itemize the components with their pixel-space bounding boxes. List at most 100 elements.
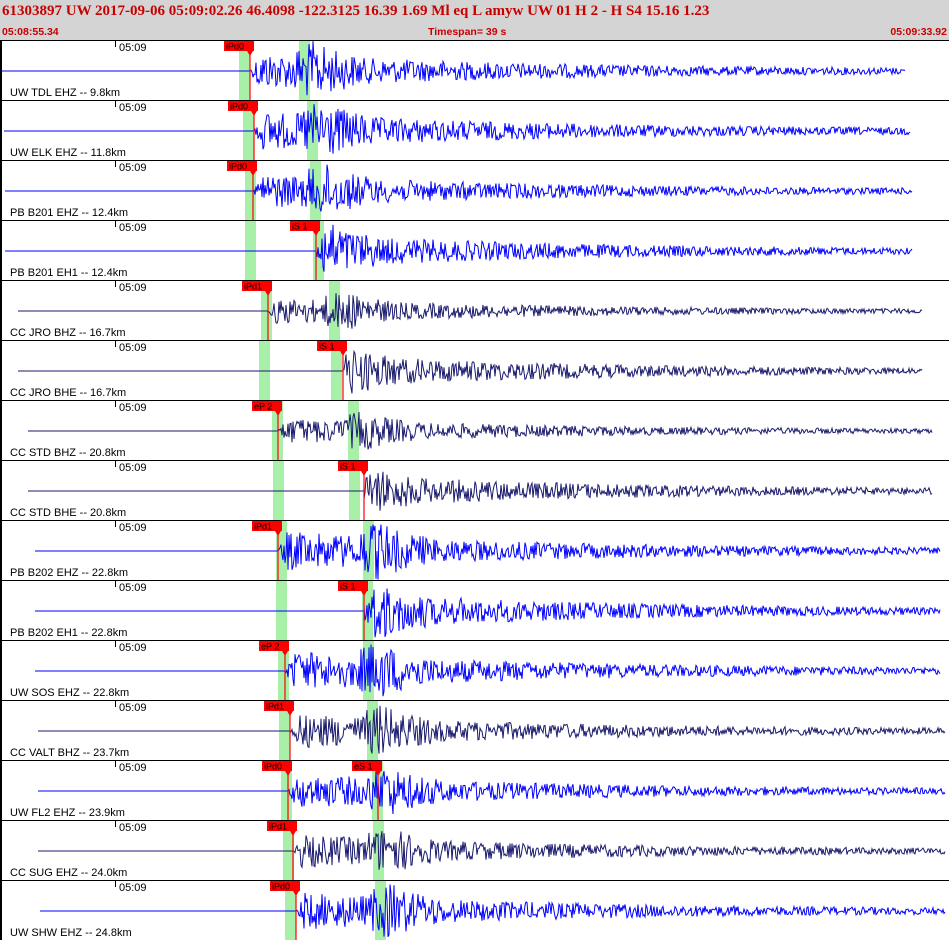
phase-pick-label: eS 1 bbox=[354, 762, 373, 772]
minute-tick-label: 05:09 bbox=[119, 402, 147, 414]
event-header: 61303897 UW 2017-09-06 05:09:02.26 46.40… bbox=[0, 0, 949, 41]
event-summary-title: 61303897 UW 2017-09-06 05:09:02.26 46.40… bbox=[2, 3, 710, 19]
minute-tick-label: 05:09 bbox=[119, 642, 147, 654]
seismogram-trace-panel[interactable]: iS 1 05:09 CC STD BHE -- 20.8km bbox=[0, 460, 949, 520]
minute-tick-label: 05:09 bbox=[119, 102, 147, 114]
phase-pick-label: iPd1 bbox=[269, 822, 287, 832]
channel-label: CC JRO BHE -- 16.7km bbox=[10, 387, 127, 399]
minute-tick-label: 05:09 bbox=[119, 222, 147, 234]
seismogram-trace-panel[interactable]: iPd0 eS 1 05:09 UW FL2 EHZ -- 23.9km bbox=[0, 760, 949, 820]
panel-left-edge bbox=[0, 281, 2, 340]
waveform-trace bbox=[38, 705, 946, 754]
phase-pick-label: iS 1 bbox=[292, 222, 308, 232]
channel-label: UW FL2 EHZ -- 23.9km bbox=[10, 807, 125, 819]
phase-pick-label: iPd1 bbox=[266, 702, 284, 712]
seismogram-trace-panel[interactable]: iS 1 05:09 PB B202 EH1 -- 22.8km bbox=[0, 580, 949, 640]
panel-left-edge bbox=[0, 401, 2, 460]
phase-pick-label: eP 2 bbox=[261, 642, 279, 652]
phase-pick-label: iS 1 bbox=[319, 342, 335, 352]
waveform-trace bbox=[38, 769, 946, 815]
minute-tick-label: 05:09 bbox=[119, 882, 147, 894]
channel-label: CC SUG EHZ -- 24.0km bbox=[10, 867, 128, 879]
phase-pick-label: iS 1 bbox=[340, 582, 356, 592]
minute-tick-label: 05:09 bbox=[119, 702, 147, 714]
phase-pick-label: iPd0 bbox=[264, 762, 282, 772]
minute-tick-label: 05:09 bbox=[119, 582, 147, 594]
panel-left-edge bbox=[0, 101, 2, 160]
minute-tick-label: 05:09 bbox=[119, 42, 147, 54]
minute-tick bbox=[115, 221, 116, 227]
channel-label: UW ELK EHZ -- 11.8km bbox=[10, 147, 126, 159]
phase-pick-label: iPd0 bbox=[229, 162, 247, 172]
waveform-trace bbox=[28, 411, 933, 450]
channel-label: CC STD BHZ -- 20.8km bbox=[10, 447, 126, 459]
channel-label: CC VALT BHZ -- 23.7km bbox=[10, 747, 130, 759]
minute-tick bbox=[115, 761, 116, 767]
seismogram-trace-panel[interactable]: iPd0 05:09 UW SHW EHZ -- 24.8km bbox=[0, 880, 949, 940]
minute-tick-label: 05:09 bbox=[119, 522, 147, 534]
waveform-trace bbox=[35, 524, 941, 580]
channel-label: CC JRO BHZ -- 16.7km bbox=[10, 327, 126, 339]
waveform-trace bbox=[35, 644, 941, 697]
minute-tick bbox=[115, 521, 116, 527]
window-end-time: 05:09:33.92 bbox=[890, 26, 947, 38]
channel-label: PB B201 EH1 -- 12.4km bbox=[10, 267, 128, 279]
minute-tick bbox=[115, 161, 116, 167]
minute-tick bbox=[115, 821, 116, 827]
seismogram-trace-panel[interactable]: eP 2 05:09 UW SOS EHZ -- 22.8km bbox=[0, 640, 949, 700]
phase-pick-label: iPd1 bbox=[254, 522, 272, 532]
waveform-trace bbox=[35, 588, 941, 638]
minute-tick-label: 05:09 bbox=[119, 822, 147, 834]
phase-pick-label: iPd1 bbox=[244, 282, 262, 292]
seismogram-trace-panel[interactable]: iS 1 05:09 CC JRO BHE -- 16.7km bbox=[0, 340, 949, 400]
channel-label: CC STD BHE -- 20.8km bbox=[10, 507, 127, 519]
panel-left-edge bbox=[0, 341, 2, 400]
panel-left-edge bbox=[0, 41, 2, 100]
seismogram-trace-panel[interactable]: iPd1 05:09 CC VALT BHZ -- 23.7km bbox=[0, 700, 949, 760]
panel-left-edge bbox=[0, 701, 2, 760]
seismogram-trace-panel[interactable]: iPd0 05:09 UW TDL EHZ -- 9.8km bbox=[0, 40, 949, 100]
seismogram-trace-panel[interactable]: iPd1 05:09 PB B202 EHZ -- 22.8km bbox=[0, 520, 949, 580]
minute-tick-label: 05:09 bbox=[119, 162, 147, 174]
pick-marker-icon bbox=[361, 471, 367, 476]
seismogram-trace-panel[interactable]: iPd0 05:09 UW ELK EHZ -- 11.8km bbox=[0, 100, 949, 160]
channel-label: PB B202 EH1 -- 22.8km bbox=[10, 627, 128, 639]
minute-tick bbox=[115, 581, 116, 587]
channel-label: UW TDL EHZ -- 9.8km bbox=[10, 87, 121, 99]
waveform-trace bbox=[18, 349, 923, 394]
seismogram-trace-panel[interactable]: iS 1 05:09 PB B201 EH1 -- 12.4km bbox=[0, 220, 949, 280]
waveform-trace bbox=[40, 884, 946, 938]
phase-pick-label: eP 2 bbox=[254, 402, 272, 412]
minute-tick bbox=[115, 101, 116, 107]
phase-pick-label: iS 1 bbox=[340, 462, 356, 472]
panel-left-edge bbox=[0, 161, 2, 220]
seismogram-trace-panel[interactable]: iPd1 05:09 CC JRO BHZ -- 16.7km bbox=[0, 280, 949, 340]
minute-tick bbox=[115, 461, 116, 467]
minute-tick bbox=[115, 401, 116, 407]
minute-tick bbox=[115, 341, 116, 347]
channel-label: PB B202 EHZ -- 22.8km bbox=[10, 567, 128, 579]
panel-left-edge bbox=[0, 821, 2, 880]
minute-tick-label: 05:09 bbox=[119, 762, 147, 774]
seismogram-panel-stack: iPd0 05:09 UW TDL EHZ -- 9.8km iPd0 05:09 UW … bbox=[0, 40, 949, 940]
seismogram-trace-panel[interactable]: iPd1 05:09 CC SUG EHZ -- 24.0km bbox=[0, 820, 949, 880]
panel-left-edge bbox=[0, 581, 2, 640]
phase-pick-label: iPd0 bbox=[272, 882, 290, 892]
seismogram-trace-panel[interactable]: eP 2 05:09 CC STD BHZ -- 20.8km bbox=[0, 400, 949, 460]
minute-tick bbox=[115, 281, 116, 287]
minute-tick bbox=[115, 641, 116, 647]
channel-label: UW SHW EHZ -- 24.8km bbox=[10, 927, 132, 939]
panel-left-edge bbox=[0, 761, 2, 820]
waveform-trace bbox=[38, 831, 946, 870]
minute-tick-label: 05:09 bbox=[119, 462, 147, 474]
seismogram-trace-panel[interactable]: iPd0 05:09 PB B201 EHZ -- 12.4km bbox=[0, 160, 949, 220]
minute-tick-label: 05:09 bbox=[119, 342, 147, 354]
waveform-trace bbox=[28, 471, 933, 511]
panel-left-edge bbox=[0, 521, 2, 580]
panel-left-edge bbox=[0, 881, 2, 940]
timespan-readout: Timespan= 39 s bbox=[428, 26, 507, 38]
minute-tick bbox=[115, 881, 116, 887]
minute-tick bbox=[115, 701, 116, 707]
phase-pick-label: iPd0 bbox=[226, 42, 244, 52]
panel-left-edge bbox=[0, 641, 2, 700]
